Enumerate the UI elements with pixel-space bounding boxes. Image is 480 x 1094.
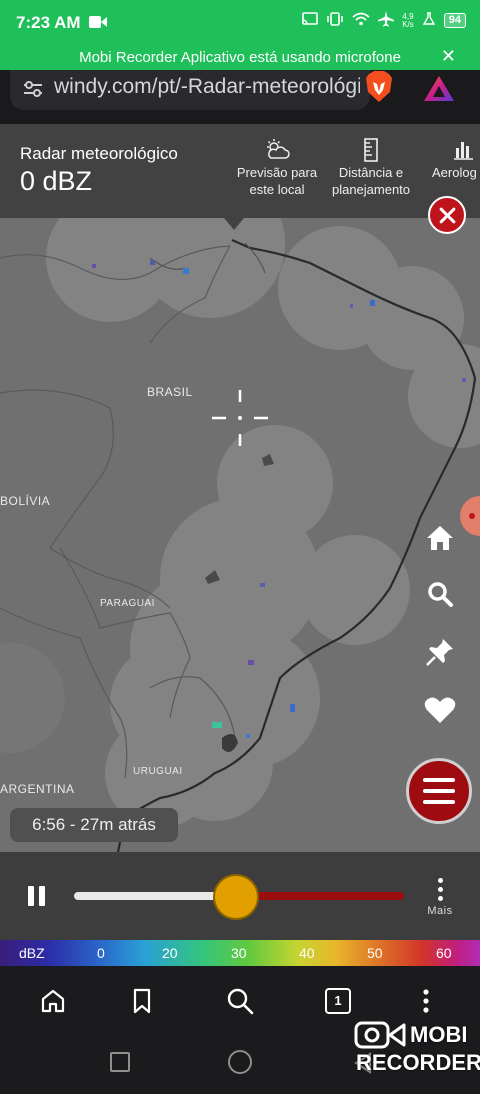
layer-value: 0 dBZ [20,166,93,196]
cast-icon [302,12,318,29]
battery-indicator: 94 [443,13,466,28]
distance-label-line2: planejamento [331,182,411,197]
status-icons: 4,9 K/s 94 [302,11,466,30]
bookmark-icon [133,988,151,1014]
menu-line [423,800,455,804]
tab-count: 1 [325,988,351,1014]
timestamp-pill: 6:56 - 27m atrás [10,808,178,842]
search-outline-icon [227,988,254,1015]
menu-line [423,789,455,793]
search-icon [428,582,453,607]
pin-button[interactable] [420,632,460,672]
map-label-paraguai: PARAGUAI [100,598,155,609]
bar-chart-icon [432,138,480,162]
browser-menu-button[interactable] [406,984,446,1018]
legend-tick: 50 [367,945,383,961]
camera-logo-icon [354,1021,406,1049]
wifi-icon [352,12,370,29]
aerology-button[interactable]: Aerolog [432,138,480,181]
layer-title: Radar meteorológico [20,144,178,163]
forecast-here-button[interactable]: Previsão para este local [232,138,322,198]
header-pointer [224,218,244,230]
recorder-watermark: MOBI RECORDER [354,1016,480,1078]
watermark-line1: MOBI [410,1022,468,1047]
timeline-knob[interactable] [212,874,259,920]
legend-tick: 60 [436,945,452,961]
layer-header: Radar meteorológico 0 dBZ Previsão para … [0,124,480,218]
radar-map[interactable]: BRASIL BOLÍVIA PARAGUAI URUGUAI ARGENTIN… [0,218,480,852]
bookmark-button[interactable] [122,984,162,1018]
legend-tick: 40 [299,945,315,961]
flask-icon [422,12,436,29]
home-system-button[interactable] [228,1050,252,1074]
map-label-bolivia: BOLÍVIA [0,494,51,508]
home-outline-icon [41,989,65,1013]
timeline-played [74,892,236,900]
recording-notification[interactable]: Mobi Recorder Aplicativo está usando mic… [0,46,480,70]
map-label-brasil: BRASIL [147,385,193,399]
more-button[interactable]: Mais [420,878,460,917]
forecast-label-line2: este local [249,182,305,197]
timeline-player: Mais [0,852,480,940]
favorites-button[interactable] [420,690,460,730]
more-label: Mais [427,905,453,917]
map-label-argentina: ARGENTINA [0,782,75,796]
recents-button[interactable] [110,1052,130,1072]
home-button[interactable] [420,518,460,558]
pause-icon [39,886,45,906]
net-speed: 4,9 K/s [402,12,414,29]
close-icon[interactable]: ✕ [441,46,456,67]
browser-home-button[interactable] [33,984,73,1018]
brave-shield-icon[interactable] [364,70,394,109]
net-speed-unit: K/s [402,19,414,29]
heart-icon [424,697,456,723]
pin-icon [426,639,453,666]
url-text[interactable]: windy.com/pt/-Radar-meteorológico [54,75,360,99]
video-record-icon [89,15,107,34]
legend-unit: dBZ [19,945,45,961]
legend-tick: 0 [97,945,105,961]
airplane-icon [378,11,395,30]
status-time: 7:23 AM [16,13,81,32]
more-vertical-icon [423,989,429,1013]
legend-tick: 20 [162,945,178,961]
close-layer-button[interactable] [428,196,466,234]
crosshair-icon [212,390,268,446]
color-legend[interactable]: dBZ 0 20 30 40 50 60 [0,940,480,966]
map-label-uruguai: URUGUAI [133,766,183,777]
more-vertical-icon [420,878,460,901]
forecast-label-line1: Previsão para [236,165,318,180]
browser-search-button[interactable] [220,984,260,1018]
site-settings-icon[interactable] [22,78,44,105]
watermark-line2: RECORDER [356,1050,480,1075]
search-button[interactable] [420,574,460,614]
radar-coverage-areas [46,218,480,828]
map-canvas [0,218,480,852]
notification-text: Mobi Recorder Aplicativo está usando mic… [79,49,401,66]
distance-planning-button[interactable]: Distância e planejamento [326,138,416,198]
status-bar: 7:23 AM 4,9 K/s 94 [0,0,480,46]
vibrate-icon [326,12,344,29]
distance-label-line1: Distância e [338,165,404,180]
address-bar[interactable]: windy.com/pt/-Radar-meteorológico [10,70,370,110]
legend-tick: 30 [231,945,247,961]
browser-toolbar: windy.com/pt/-Radar-meteorológico [0,70,480,124]
menu-line [423,778,455,782]
tabs-button[interactable]: 1 [318,984,358,1018]
brave-rewards-icon[interactable] [422,74,456,109]
weather-cloud-sun-icon [232,138,322,162]
ruler-icon [326,138,416,162]
pause-icon [28,886,34,906]
home-icon [427,526,453,550]
main-menu-button[interactable] [406,758,472,824]
aerology-label: Aerolog [432,165,477,180]
